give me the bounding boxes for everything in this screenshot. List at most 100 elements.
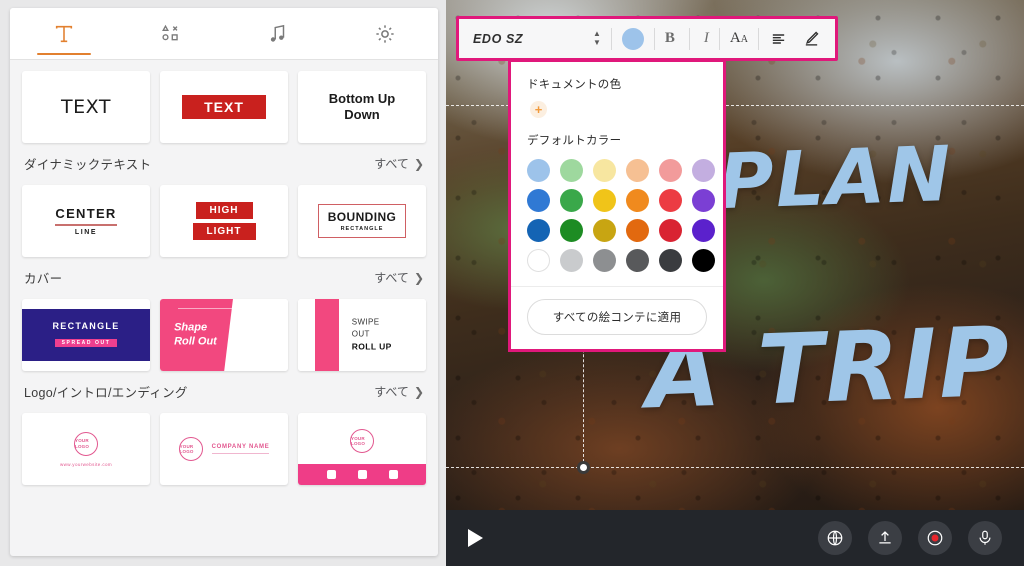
color-swatch[interactable] <box>593 159 616 182</box>
chevron-right-icon: ❯ <box>413 156 424 171</box>
asset-list: TEXT TEXT Bottom Up Down ダイナミックテキスト すべて … <box>10 60 438 556</box>
asset-row-logo: YOUR LOGO www.yourwebsite.com YOUR LOGO … <box>22 413 426 485</box>
decor-bar <box>314 299 339 371</box>
color-swatch[interactable] <box>659 219 682 242</box>
decor-line <box>55 224 117 226</box>
section-title: カバー <box>24 272 63 286</box>
bold-button[interactable]: B <box>665 30 675 47</box>
font-size-button[interactable]: AA <box>730 30 748 47</box>
asset-label-line1: CENTER <box>55 206 117 222</box>
asset-text-plain[interactable]: TEXT <box>22 71 150 143</box>
play-icon[interactable] <box>468 529 483 547</box>
record-icon[interactable] <box>918 521 952 555</box>
social-bar <box>298 464 426 485</box>
color-swatch[interactable] <box>692 249 715 272</box>
align-left-icon[interactable] <box>769 31 788 47</box>
music-note-icon <box>267 23 289 45</box>
asset-logo-url[interactable]: YOUR LOGO www.yourwebsite.com <box>22 413 150 485</box>
color-swatch[interactable] <box>527 219 550 242</box>
color-swatch[interactable] <box>626 189 649 212</box>
color-swatch[interactable] <box>659 189 682 212</box>
section-title: Logo/イントロ/エンディング <box>24 386 188 400</box>
panel-tabbar <box>10 8 438 60</box>
asset-row-basic: TEXT TEXT Bottom Up Down <box>22 71 426 143</box>
color-swatch[interactable] <box>692 189 715 212</box>
logo-circle-icon: YOUR LOGO <box>350 429 374 453</box>
upload-icon[interactable] <box>868 521 902 555</box>
asset-text-bottom-up[interactable]: Bottom Up Down <box>298 71 426 143</box>
asset-highlight[interactable]: HIGH LIGHT <box>160 185 288 257</box>
pen-icon[interactable] <box>802 30 821 47</box>
see-all-label: すべて <box>374 157 409 171</box>
color-swatch[interactable] <box>560 189 583 212</box>
asset-row-dynamic-text: CENTER LINE HIGH LIGHT BOUNDING RECTANGL… <box>22 185 426 257</box>
logo-text: YOUR LOGO <box>351 435 366 446</box>
decor-line <box>211 453 270 454</box>
asset-shape-roll-out[interactable]: Shape Roll Out <box>160 299 288 371</box>
see-all-cover[interactable]: すべて ❯ <box>374 269 424 286</box>
default-color-label: デフォルトカラー <box>527 135 622 147</box>
asset-label-line2: LINE <box>74 228 98 236</box>
facebook-icon <box>357 470 367 479</box>
divider <box>610 27 612 50</box>
chevron-right-icon: ❯ <box>413 384 424 399</box>
asset-swipe-roll-up[interactable]: SWIPE OUT ROLL UP <box>298 299 426 371</box>
microphone-icon[interactable] <box>968 521 1002 555</box>
text-color-swatch[interactable] <box>621 27 644 50</box>
color-swatch[interactable] <box>692 219 715 242</box>
italic-button[interactable]: I <box>704 30 709 47</box>
asset-center-line[interactable]: CENTER LINE <box>22 185 150 257</box>
see-all-dynamic-text[interactable]: すべて ❯ <box>374 155 424 172</box>
color-swatch[interactable] <box>659 249 682 272</box>
section-header-logo: Logo/イントロ/エンディング すべて ❯ <box>22 371 426 402</box>
section-title: ダイナミックテキスト <box>24 158 152 172</box>
font-name-label[interactable]: EDO SZ <box>473 32 523 46</box>
text-tool-icon <box>53 23 75 45</box>
color-swatch-grid <box>527 159 715 272</box>
tab-shapes[interactable] <box>117 8 224 59</box>
decor-line <box>177 307 271 310</box>
selection-handle[interactable] <box>577 461 590 474</box>
see-all-logo[interactable]: すべて ❯ <box>374 383 424 400</box>
asset-label-line2: SPREAD OUT <box>54 339 118 347</box>
asset-label-line2: RECTANGLE <box>340 226 384 232</box>
color-swatch[interactable] <box>527 249 550 272</box>
color-swatch[interactable] <box>626 159 649 182</box>
font-stepper[interactable]: ▲ ▼ <box>592 29 601 47</box>
document-color-label: ドキュメントの色 <box>527 79 622 91</box>
tab-text[interactable] <box>10 8 117 59</box>
tab-music[interactable] <box>224 8 331 59</box>
asset-label-line1: Bottom Up <box>328 90 396 106</box>
color-swatch[interactable] <box>527 159 550 182</box>
chevron-up-icon: ▲ <box>592 29 601 38</box>
asset-logo-company[interactable]: YOUR LOGO COMPANY NAME <box>160 413 288 485</box>
tab-settings[interactable] <box>331 8 438 59</box>
font-size-label-small: A <box>740 34 748 45</box>
color-swatch[interactable] <box>659 159 682 182</box>
globe-icon[interactable] <box>818 521 852 555</box>
player-actions <box>818 521 1002 555</box>
logo-text: YOUR LOGO <box>75 438 90 449</box>
canvas-text-plan[interactable]: PLAN <box>717 129 955 226</box>
color-swatch[interactable] <box>593 249 616 272</box>
asset-bounding-rectangle[interactable]: BOUNDING RECTANGLE <box>298 185 426 257</box>
asset-logo-social[interactable]: YOUR LOGO <box>298 413 426 485</box>
asset-rectangle-spread[interactable]: RECTANGLE SPREAD OUT <box>22 299 150 371</box>
color-swatch[interactable] <box>593 219 616 242</box>
color-swatch[interactable] <box>560 249 583 272</box>
color-swatch[interactable] <box>593 189 616 212</box>
asset-text-boxed[interactable]: TEXT <box>160 71 288 143</box>
asset-label-line2: Down <box>344 107 380 122</box>
add-color-button[interactable]: + <box>530 101 547 118</box>
apply-to-all-storyboards-button[interactable]: すべての絵コンテに適用 <box>527 299 707 335</box>
color-swatch[interactable] <box>527 189 550 212</box>
color-swatch[interactable] <box>692 159 715 182</box>
divider <box>688 27 690 50</box>
color-swatch[interactable] <box>626 219 649 242</box>
asset-label-line1: RECTANGLE <box>52 321 120 331</box>
color-swatch[interactable] <box>626 249 649 272</box>
selection-guide-horizontal <box>446 467 1024 468</box>
font-size-label-big: A <box>729 30 741 46</box>
color-swatch[interactable] <box>560 219 583 242</box>
color-swatch[interactable] <box>560 159 583 182</box>
